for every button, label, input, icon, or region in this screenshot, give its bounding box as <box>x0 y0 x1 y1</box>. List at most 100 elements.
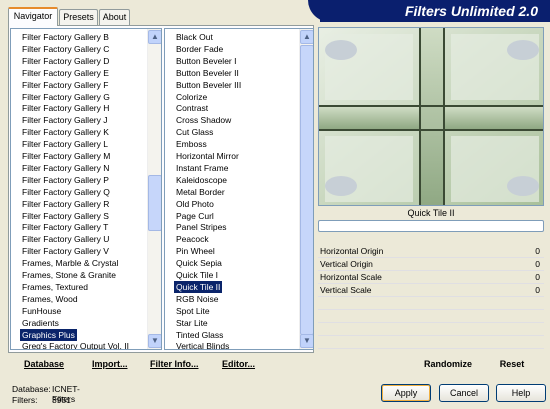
cancel-button[interactable]: Cancel <box>439 384 489 402</box>
filters-label: Filters: <box>12 395 38 405</box>
empty-parameter-slot <box>318 297 544 310</box>
parameter-label: Horizontal Scale <box>320 272 382 282</box>
list-item[interactable]: Vertical Blinds <box>174 340 231 349</box>
list-item[interactable]: Filter Factory Gallery P <box>20 174 111 186</box>
preview-filter-name: Quick Tile II <box>407 208 455 218</box>
list-item[interactable]: Instant Frame <box>174 162 230 174</box>
randomize-button[interactable]: Randomize <box>420 355 476 373</box>
status-filters: Filters: 3951 <box>12 395 71 405</box>
list-item[interactable]: Tinted Glass <box>174 329 225 341</box>
list-item[interactable]: Kaleidoscope <box>174 174 229 186</box>
database-label: Database: <box>12 384 51 394</box>
list-item[interactable]: Old Photo <box>174 198 216 210</box>
list-item[interactable]: Filter Factory Gallery K <box>20 126 111 138</box>
list-item[interactable]: Filter Factory Gallery M <box>20 150 112 162</box>
parameter-label: Vertical Origin <box>320 259 373 269</box>
parameter-value[interactable]: 0 <box>535 271 540 284</box>
empty-parameter-slot <box>318 336 544 349</box>
list-item[interactable]: Filter Factory Gallery V <box>20 245 111 257</box>
parameter-row[interactable]: Vertical Origin 0 <box>318 258 544 271</box>
parameter-value[interactable]: 0 <box>535 284 540 297</box>
tab-about[interactable]: About <box>99 9 130 25</box>
help-button[interactable]: Help <box>496 384 546 402</box>
list-item[interactable]: Filter Factory Gallery N <box>20 162 111 174</box>
list-item[interactable]: Filter Factory Gallery L <box>20 138 110 150</box>
list-item[interactable]: Filter Factory Gallery J <box>20 114 110 126</box>
apply-button[interactable]: Apply <box>381 384 431 402</box>
list-item[interactable]: Spot Lite <box>174 305 212 317</box>
list-item[interactable]: Filter Factory Gallery G <box>20 91 112 103</box>
list-item[interactable]: Filter Factory Gallery E <box>20 67 111 79</box>
list-item[interactable]: Border Fade <box>174 43 225 55</box>
filter-list[interactable]: Black Out Border Fade Button Beveler I Butt… <box>164 28 314 350</box>
list-item[interactable]: Filter Factory Gallery S <box>20 210 111 222</box>
list-item[interactable]: Contrast <box>174 102 210 114</box>
parameter-value[interactable]: 0 <box>535 245 540 258</box>
list-item[interactable]: Page Curl <box>174 210 216 222</box>
filter-info-button[interactable]: Filter Info... <box>150 357 199 371</box>
parameter-row[interactable]: Horizontal Scale 0 <box>318 271 544 284</box>
parameter-row[interactable]: Vertical Scale 0 <box>318 284 544 297</box>
parameter-label: Horizontal Origin <box>320 246 384 256</box>
scroll-thumb[interactable] <box>148 175 161 231</box>
list-item[interactable]: Cross Shadow <box>174 114 233 126</box>
list-item[interactable]: Filter Factory Gallery U <box>20 233 111 245</box>
list-item[interactable]: Quick Tile I <box>174 269 220 281</box>
empty-parameter-slot <box>318 323 544 336</box>
list-item[interactable]: Frames, Marble & Crystal <box>20 257 120 269</box>
scroll-down-icon[interactable]: ▼ <box>148 334 161 348</box>
status-database: Database: ICNET-Filters <box>12 384 80 404</box>
list-item[interactable]: Star Lite <box>174 317 210 329</box>
tab-presets[interactable]: Presets <box>59 9 98 25</box>
list-item[interactable]: Filter Factory Gallery D <box>20 55 111 67</box>
list-item[interactable]: Greg's Factory Output Vol. II <box>20 340 131 349</box>
list-item[interactable]: Button Beveler I <box>174 55 238 67</box>
list-item[interactable]: RGB Noise <box>174 293 221 305</box>
parameter-value[interactable]: 0 <box>535 258 540 271</box>
filter-scrollbar[interactable]: ▲ ▼ <box>299 29 313 349</box>
list-item[interactable]: Pin Wheel <box>174 245 217 257</box>
list-item[interactable]: Filter Factory Gallery B <box>20 31 111 43</box>
scroll-up-icon[interactable]: ▲ <box>300 30 313 44</box>
list-item[interactable]: Quick Tile II <box>172 279 224 294</box>
database-button[interactable]: Database <box>24 357 64 371</box>
filters-value: 3951 <box>52 395 71 405</box>
scroll-up-icon[interactable]: ▲ <box>148 30 161 44</box>
parameter-row[interactable]: Horizontal Origin 0 <box>318 245 544 258</box>
scroll-thumb[interactable] <box>300 45 313 335</box>
list-item[interactable]: Quick Sepia <box>174 257 224 269</box>
category-list[interactable]: Filter Factory Gallery B Filter Factory G… <box>10 28 162 350</box>
list-item[interactable]: Gradients <box>20 317 61 329</box>
list-item[interactable]: Frames, Wood <box>20 293 80 305</box>
list-item[interactable]: Button Beveler III <box>174 79 243 91</box>
list-item[interactable]: Peacock <box>174 233 211 245</box>
list-item[interactable]: Cut Glass <box>174 126 215 138</box>
list-item[interactable]: Filter Factory Gallery Q <box>20 186 112 198</box>
editor-button[interactable]: Editor... <box>222 357 255 371</box>
preview-image <box>318 27 544 206</box>
list-item[interactable]: Panel Stripes <box>174 221 229 233</box>
list-item[interactable]: Metal Border <box>174 186 227 198</box>
app-title: Filters Unlimited 2.0 <box>320 0 550 22</box>
scroll-down-icon[interactable]: ▼ <box>300 334 313 348</box>
list-item[interactable]: Filter Factory Gallery R <box>20 198 111 210</box>
list-item[interactable]: Frames, Stone & Granite <box>20 269 118 281</box>
category-scrollbar[interactable]: ▲ ▼ <box>147 29 161 349</box>
list-item[interactable]: Emboss <box>174 138 209 150</box>
reset-button[interactable]: Reset <box>492 355 532 373</box>
tab-navigator[interactable]: Navigator <box>8 7 58 26</box>
parameter-label: Vertical Scale <box>320 285 372 295</box>
import-button[interactable]: Import... <box>92 357 128 371</box>
list-item[interactable]: Colorize <box>174 91 209 103</box>
list-item[interactable]: Filter Factory Gallery C <box>20 43 111 55</box>
list-item[interactable]: Black Out <box>174 31 215 43</box>
list-item[interactable]: Graphics Plus <box>19 327 78 342</box>
list-item[interactable]: Frames, Textured <box>20 281 90 293</box>
list-item[interactable]: FunHouse <box>20 305 63 317</box>
list-item[interactable]: Horizontal Mirror <box>174 150 241 162</box>
list-item[interactable]: Filter Factory Gallery H <box>20 102 111 114</box>
list-item[interactable]: Filter Factory Gallery T <box>20 221 110 233</box>
list-item[interactable]: Filter Factory Gallery F <box>20 79 110 91</box>
list-item[interactable]: Button Beveler II <box>174 67 241 79</box>
empty-parameter-slot <box>318 310 544 323</box>
